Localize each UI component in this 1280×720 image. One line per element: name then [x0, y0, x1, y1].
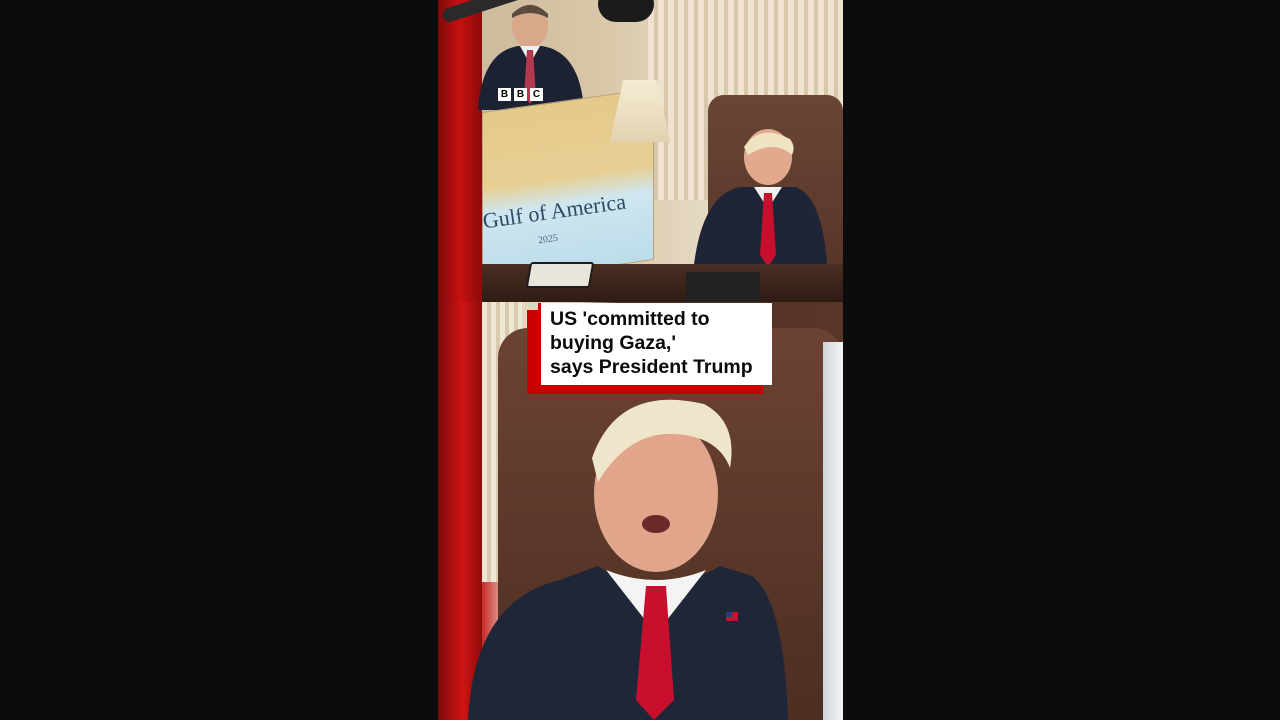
news-caption: US 'committed to buying Gaza,' says Pres…: [538, 303, 772, 385]
bbc-logo-letter: B: [498, 88, 511, 101]
seated-man-figure: [692, 129, 828, 285]
tablet-device: [525, 262, 595, 288]
microphone-head-icon: [598, 0, 654, 22]
video-player[interactable]: Gulf of America 2025 B B C US 'committed…: [0, 0, 1280, 720]
bbc-logo-letter: C: [530, 88, 543, 101]
bbc-logo-icon: B B C: [498, 88, 543, 101]
caption-line-3: says President Trump: [550, 356, 753, 378]
window-light: [823, 342, 843, 720]
caption-line-1: US 'committed to: [550, 308, 710, 330]
closeup-man-figure: [468, 399, 788, 720]
caption-line-2: buying Gaza,': [550, 332, 676, 354]
black-folder: [686, 272, 760, 302]
top-video-panel: Gulf of America 2025 B B C: [438, 0, 843, 302]
video-frame[interactable]: Gulf of America 2025 B B C US 'committed…: [438, 0, 843, 720]
bbc-logo-letter: B: [514, 88, 527, 101]
